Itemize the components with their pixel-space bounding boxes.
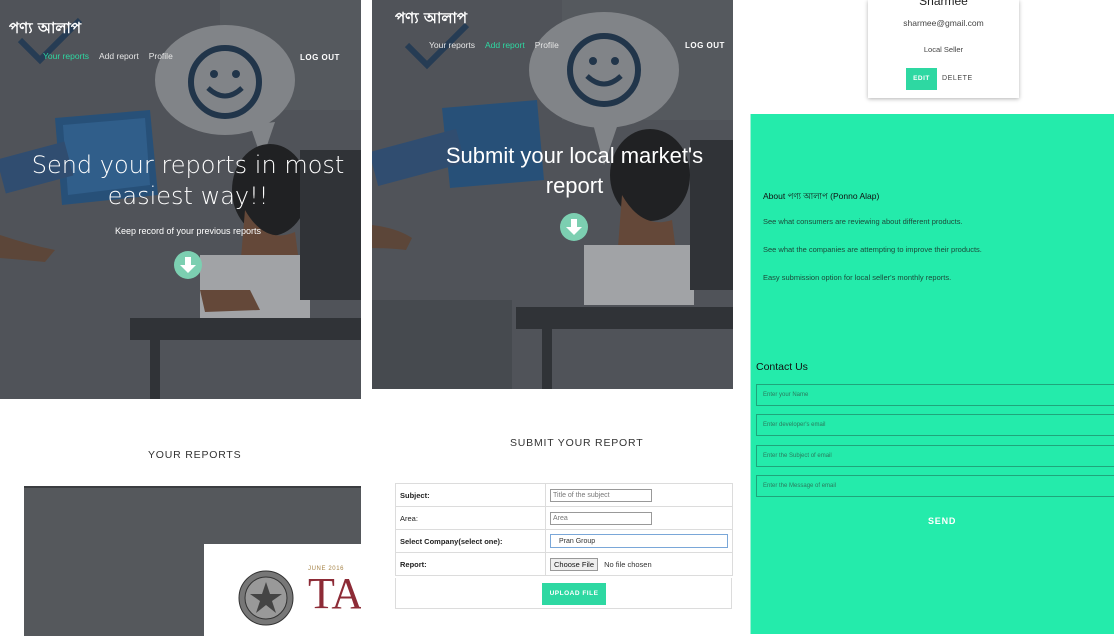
- hero-section-add-report: পণ্য আলাপ Your reports Add report Profil…: [372, 0, 733, 389]
- profile-role: Local Seller: [923, 45, 964, 54]
- company-select[interactable]: Pran Group: [550, 534, 728, 548]
- nav-profile[interactable]: Profile: [535, 40, 559, 50]
- message-field[interactable]: Enter the Message of email: [756, 475, 1114, 497]
- about-contact-panel: About পণ্য আলাপ (Ponno Alap) See what co…: [750, 114, 1114, 634]
- scroll-down-button[interactable]: [560, 213, 588, 241]
- file-status: No file chosen: [604, 559, 652, 569]
- report-document-preview: JUNE 2016 TAX: [204, 544, 361, 636]
- upload-file-button[interactable]: UPLOAD FILE: [542, 583, 606, 605]
- report-title: TAX: [308, 569, 361, 618]
- hero-title-line2: easiest way!!: [107, 182, 269, 210]
- hero-title: Send your reports in most easiest way!!: [0, 150, 361, 212]
- delete-button[interactable]: DELETE: [942, 68, 973, 90]
- contact-heading: Contact Us: [756, 361, 808, 373]
- hero-title-line2: report: [545, 173, 604, 198]
- about-heading: About পণ্য আলাপ (Ponno Alap): [763, 191, 880, 201]
- send-button[interactable]: SEND: [928, 516, 956, 526]
- hero-section-reports: পণ্য আলাপ Your reports Add report Profil…: [0, 0, 361, 399]
- about-point: See what consumers are reviewing about d…: [763, 217, 963, 226]
- hero-title-line1: Submit your local market's: [445, 143, 704, 168]
- panel-divider: [750, 114, 751, 634]
- subject-input[interactable]: Title of the subject: [550, 488, 652, 502]
- report-label: Report:: [395, 552, 546, 576]
- subject-label: Subject:: [395, 483, 546, 507]
- edit-button[interactable]: EDIT: [906, 68, 937, 90]
- choose-file-button[interactable]: Choose File: [550, 557, 599, 571]
- scroll-down-button[interactable]: [174, 251, 202, 279]
- brand-logo[interactable]: পণ্য আলাপ: [9, 17, 81, 42]
- arrow-down-icon: [180, 257, 196, 273]
- main-nav: Your reports Add report Profile: [429, 40, 559, 50]
- report-thumbnail[interactable]: JUNE 2016 TAX: [24, 486, 361, 636]
- name-field[interactable]: Enter your Name: [756, 384, 1114, 406]
- logout-link[interactable]: LOG OUT: [685, 41, 725, 50]
- company-label: Select Company(select one):: [395, 529, 546, 553]
- logout-link[interactable]: LOG OUT: [300, 53, 340, 62]
- your-reports-heading: YOUR REPORTS: [148, 449, 242, 461]
- nav-your-reports[interactable]: Your reports: [43, 51, 89, 61]
- area-label: Area:: [395, 506, 546, 530]
- brand-logo[interactable]: পণ্য আলাপ: [395, 7, 467, 32]
- seal-icon: [238, 570, 294, 626]
- hero-title-line1: Send your reports in most: [31, 151, 345, 179]
- nav-profile[interactable]: Profile: [149, 51, 173, 61]
- profile-card: Sharmee sharmee@gmail.com Local Seller E…: [868, 0, 1019, 98]
- main-nav: Your reports Add report Profile: [43, 51, 173, 61]
- about-point: See what the companies are attempting to…: [763, 245, 982, 254]
- arrow-down-icon: [566, 219, 582, 235]
- hero-subtitle: Keep record of your previous reports: [114, 226, 262, 236]
- about-point: Easy submission option for local seller'…: [763, 273, 952, 282]
- profile-name: Sharmee: [919, 0, 968, 8]
- submit-report-form: Subject: Title of the subject Area: Area…: [395, 483, 733, 576]
- nav-add-report[interactable]: Add report: [485, 40, 525, 50]
- submit-report-heading: SUBMIT YOUR REPORT: [510, 437, 644, 449]
- hero-title: Submit your local market's report: [372, 141, 733, 201]
- nav-add-report[interactable]: Add report: [99, 51, 139, 61]
- profile-email: sharmee@gmail.com: [903, 18, 984, 28]
- subject-field[interactable]: Enter the Subject of email: [756, 445, 1114, 467]
- area-input[interactable]: Area: [550, 511, 652, 525]
- nav-your-reports[interactable]: Your reports: [429, 40, 475, 50]
- email-field[interactable]: Enter developer's email: [756, 414, 1114, 436]
